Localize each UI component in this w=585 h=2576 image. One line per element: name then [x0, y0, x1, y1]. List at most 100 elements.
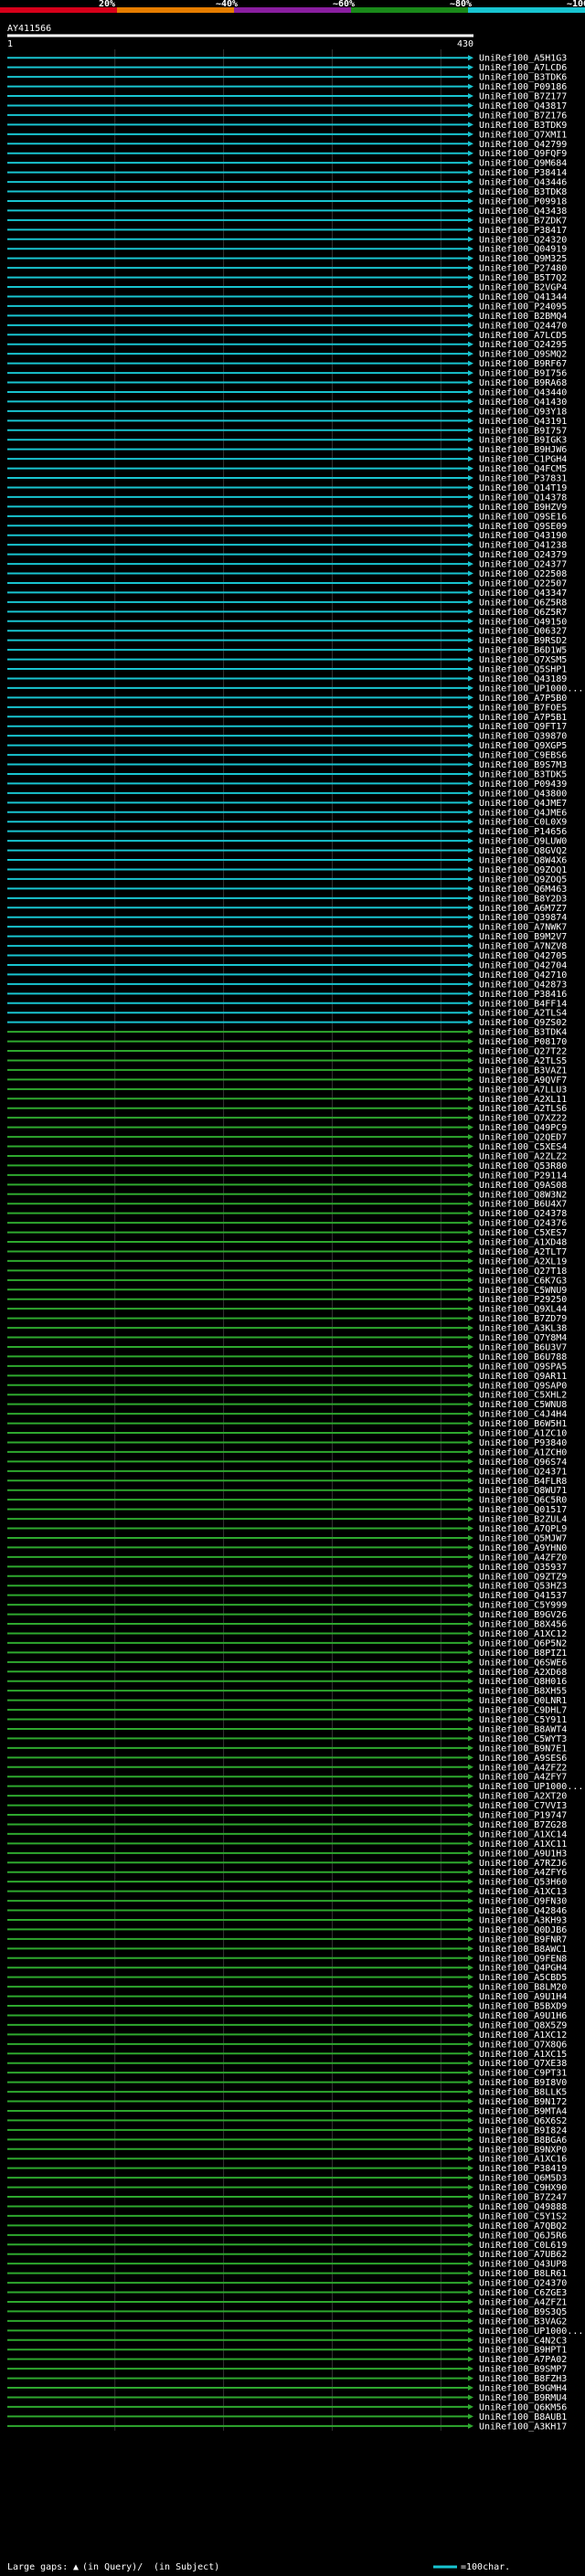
hit-label[interactable]: UniRef100_B4FF14: [479, 999, 567, 1009]
hit-label[interactable]: UniRef100_Q0LNR1: [479, 1696, 567, 1706]
hit-label[interactable]: UniRef100_A2ZLZ2: [479, 1151, 567, 1161]
hit-label[interactable]: UniRef100_A7P5B0: [479, 694, 567, 704]
hit-label[interactable]: UniRef100_B9GV26: [479, 1610, 567, 1620]
hit-label[interactable]: UniRef100_Q42846: [479, 1906, 567, 1916]
hit-label[interactable]: UniRef100_C9DHL7: [479, 1706, 567, 1716]
hit-label[interactable]: UniRef100_A4ZFZ1: [479, 2297, 567, 2307]
hit-label[interactable]: UniRef100_Q8X5Z9: [479, 2020, 567, 2030]
hit-label[interactable]: UniRef100_Q9SAP0: [479, 1381, 567, 1391]
hit-label[interactable]: UniRef100_B7Z247: [479, 2193, 567, 2203]
hit-label[interactable]: UniRef100_P29114: [479, 1171, 567, 1181]
hit-label[interactable]: UniRef100_A9QVF7: [479, 1076, 567, 1086]
hit-label[interactable]: UniRef100_C5XES7: [479, 1228, 567, 1238]
hit-label[interactable]: UniRef100_Q24470: [479, 321, 567, 331]
hit-label[interactable]: UniRef100_B9I757: [479, 426, 567, 436]
hit-label[interactable]: UniRef100_A1XD48: [479, 1238, 567, 1248]
hit-label[interactable]: UniRef100_C5Y999: [479, 1601, 567, 1611]
hit-label[interactable]: UniRef100_Q39874: [479, 913, 567, 923]
hit-label[interactable]: UniRef100_UP1000...: [479, 2327, 583, 2337]
hit-label[interactable]: UniRef100_A2TLS6: [479, 1104, 567, 1114]
hit-label[interactable]: UniRef100_Q9AR11: [479, 1372, 567, 1382]
hit-label[interactable]: UniRef100_B9IGK3: [479, 436, 567, 446]
hit-label[interactable]: UniRef100_Q27T18: [479, 1267, 567, 1277]
hit-label[interactable]: UniRef100_B9I824: [479, 2125, 567, 2136]
hit-label[interactable]: UniRef100_A3KH93: [479, 1915, 567, 1925]
hit-label[interactable]: UniRef100_A9SES6: [479, 1754, 567, 1764]
hit-label[interactable]: UniRef100_B9N172: [479, 2097, 567, 2107]
hit-label[interactable]: UniRef100_Q42710: [479, 970, 567, 981]
hit-label[interactable]: UniRef100_Q4JME7: [479, 799, 567, 809]
hit-label[interactable]: UniRef100_B9S7M3: [479, 760, 567, 770]
hit-label[interactable]: UniRef100_UP1000...: [479, 684, 583, 694]
hit-label[interactable]: UniRef100_Q9FT17: [479, 722, 567, 732]
hit-label[interactable]: UniRef100_B9MTA4: [479, 2106, 567, 2116]
hit-label[interactable]: UniRef100_B8AWT4: [479, 1724, 567, 1734]
hit-label[interactable]: UniRef100_Q9SPA5: [479, 1362, 567, 1372]
hit-label[interactable]: UniRef100_Q01517: [479, 1505, 567, 1515]
hit-label[interactable]: UniRef100_C0L619: [479, 2241, 567, 2251]
hit-label[interactable]: UniRef100_C4J4H4: [479, 1410, 567, 1420]
hit-label[interactable]: UniRef100_B9HJW6: [479, 445, 567, 455]
hit-label[interactable]: UniRef100_Q7X8Q6: [479, 2040, 567, 2050]
hit-label[interactable]: UniRef100_Q9SE09: [479, 522, 567, 532]
hit-label[interactable]: UniRef100_Q6M5D3: [479, 2174, 567, 2184]
hit-label[interactable]: UniRef100_A1XC12: [479, 2030, 567, 2041]
hit-label[interactable]: UniRef100_Q42799: [479, 140, 567, 150]
hit-label[interactable]: UniRef100_Q9SMQ2: [479, 350, 567, 360]
hit-label[interactable]: UniRef100_Q27T22: [479, 1047, 567, 1057]
hit-label[interactable]: UniRef100_A7RZJ6: [479, 1859, 567, 1869]
hit-label[interactable]: UniRef100_Q2QED7: [479, 1133, 567, 1143]
hit-label[interactable]: UniRef100_A2XD68: [479, 1668, 567, 1678]
hit-label[interactable]: UniRef100_Q53R80: [479, 1161, 567, 1171]
hit-label[interactable]: UniRef100_C5Y911: [479, 1715, 567, 1725]
hit-label[interactable]: UniRef100_Q6P5N2: [479, 1638, 567, 1648]
hit-label[interactable]: UniRef100_B6W5H1: [479, 1419, 567, 1429]
hit-label[interactable]: UniRef100_Q4PGH4: [479, 1964, 567, 1974]
hit-label[interactable]: UniRef100_B9RF67: [479, 359, 567, 369]
hit-label[interactable]: UniRef100_P08170: [479, 1037, 567, 1047]
hit-label[interactable]: UniRef100_A7P5B1: [479, 713, 567, 723]
hit-label[interactable]: UniRef100_Q8W4X6: [479, 856, 567, 866]
hit-label[interactable]: UniRef100_P29250: [479, 1295, 567, 1305]
hit-label[interactable]: UniRef100_Q43190: [479, 531, 567, 541]
hit-label[interactable]: UniRef100_A2TLT7: [479, 1247, 567, 1257]
hit-label[interactable]: UniRef100_Q6KM56: [479, 2402, 567, 2412]
hit-label[interactable]: UniRef100_A7LCD6: [479, 63, 567, 73]
hit-label[interactable]: UniRef100_A7NWK7: [479, 923, 567, 933]
hit-label[interactable]: UniRef100_Q9XGP5: [479, 741, 567, 751]
hit-label[interactable]: UniRef100_C4N2C3: [479, 2336, 567, 2346]
hit-label[interactable]: UniRef100_Q6Z5R8: [479, 598, 567, 608]
hit-label[interactable]: UniRef100_Q41238: [479, 541, 567, 551]
hit-label[interactable]: UniRef100_C5XHL2: [479, 1391, 567, 1401]
hit-label[interactable]: UniRef100_Q06327: [479, 627, 567, 637]
hit-label[interactable]: UniRef100_Q8W3N2: [479, 1190, 567, 1200]
hit-label[interactable]: UniRef100_Q35937: [479, 1563, 567, 1573]
hit-label[interactable]: UniRef100_B9GMH4: [479, 2384, 567, 2394]
hit-label[interactable]: UniRef100_B2ZUL4: [479, 1515, 567, 1525]
hit-label[interactable]: UniRef100_A7LLU3: [479, 1085, 567, 1095]
hit-label[interactable]: UniRef100_Q8H016: [479, 1677, 567, 1687]
hit-label[interactable]: UniRef100_P19747: [479, 1811, 567, 1821]
hit-label[interactable]: UniRef100_Q14T19: [479, 483, 567, 493]
hit-label[interactable]: UniRef100_Q6J5R6: [479, 2231, 567, 2241]
hit-label[interactable]: UniRef100_A9YHN0: [479, 1543, 567, 1553]
hit-label[interactable]: UniRef100_A1XC14: [479, 1829, 567, 1839]
hit-label[interactable]: UniRef100_Q96S74: [479, 1458, 567, 1468]
hit-label[interactable]: UniRef100_B6U788: [479, 1352, 567, 1362]
hit-label[interactable]: UniRef100_B8XH55: [479, 1687, 567, 1697]
hit-label[interactable]: UniRef100_Q43440: [479, 387, 567, 398]
hit-label[interactable]: UniRef100_A7QPL9: [479, 1524, 567, 1534]
hit-label[interactable]: UniRef100_Q24378: [479, 1209, 567, 1219]
hit-label[interactable]: UniRef100_B2BMQ4: [479, 312, 567, 322]
hit-label[interactable]: UniRef100_P14656: [479, 827, 567, 837]
hit-label[interactable]: UniRef100_A7UB62: [479, 2250, 567, 2260]
hit-label[interactable]: UniRef100_B5BXD9: [479, 2002, 567, 2012]
hit-label[interactable]: UniRef100_A9U1H3: [479, 1849, 567, 1859]
hit-label[interactable]: UniRef100_Q43191: [479, 417, 567, 427]
hit-label[interactable]: UniRef100_B8LM20: [479, 1983, 567, 1993]
hit-label[interactable]: UniRef100_Q49150: [479, 617, 567, 627]
hit-label[interactable]: UniRef100_Q24295: [479, 340, 567, 350]
hit-label[interactable]: UniRef100_B4FLR8: [479, 1477, 567, 1487]
hit-label[interactable]: UniRef100_B9RSD2: [479, 636, 567, 646]
hit-label[interactable]: UniRef100_P24095: [479, 302, 567, 312]
